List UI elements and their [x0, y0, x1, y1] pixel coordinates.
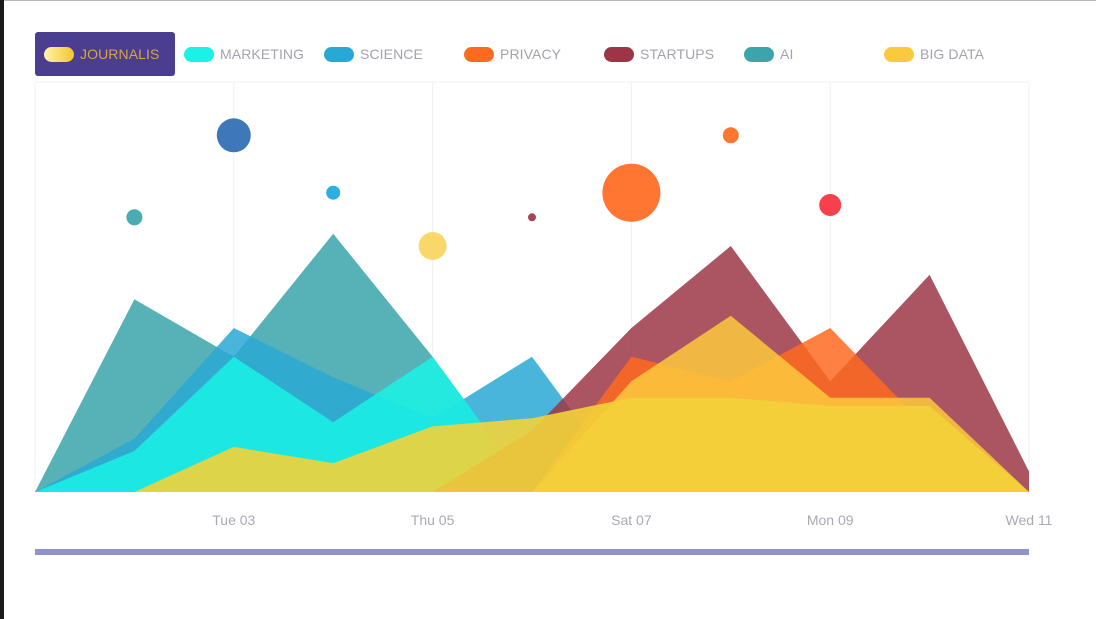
area-series-layer	[35, 233, 1029, 492]
x-tick-label: Tue 03	[212, 512, 255, 528]
area-bubble-chart: Tue 03 Thu 05 Sat 07 Mon 09 Wed 11	[34, 81, 1053, 528]
bubble-point	[326, 185, 341, 200]
range-scrollbar[interactable]	[35, 549, 1029, 555]
x-axis-ticks: Tue 03 Thu 05 Sat 07 Mon 09 Wed 11	[212, 512, 1052, 528]
bubble-point	[722, 127, 739, 144]
bubble-point	[216, 118, 251, 153]
x-tick-label: Mon 09	[807, 512, 854, 528]
bubble-point	[418, 232, 447, 260]
x-tick-label: Wed 11	[1006, 512, 1053, 528]
x-tick-label: Thu 05	[411, 512, 455, 528]
bubble-point	[602, 163, 661, 222]
bubble-point	[819, 194, 842, 216]
bubble-point	[528, 213, 536, 222]
bubble-point	[126, 209, 143, 226]
x-tick-label: Sat 07	[611, 512, 652, 528]
